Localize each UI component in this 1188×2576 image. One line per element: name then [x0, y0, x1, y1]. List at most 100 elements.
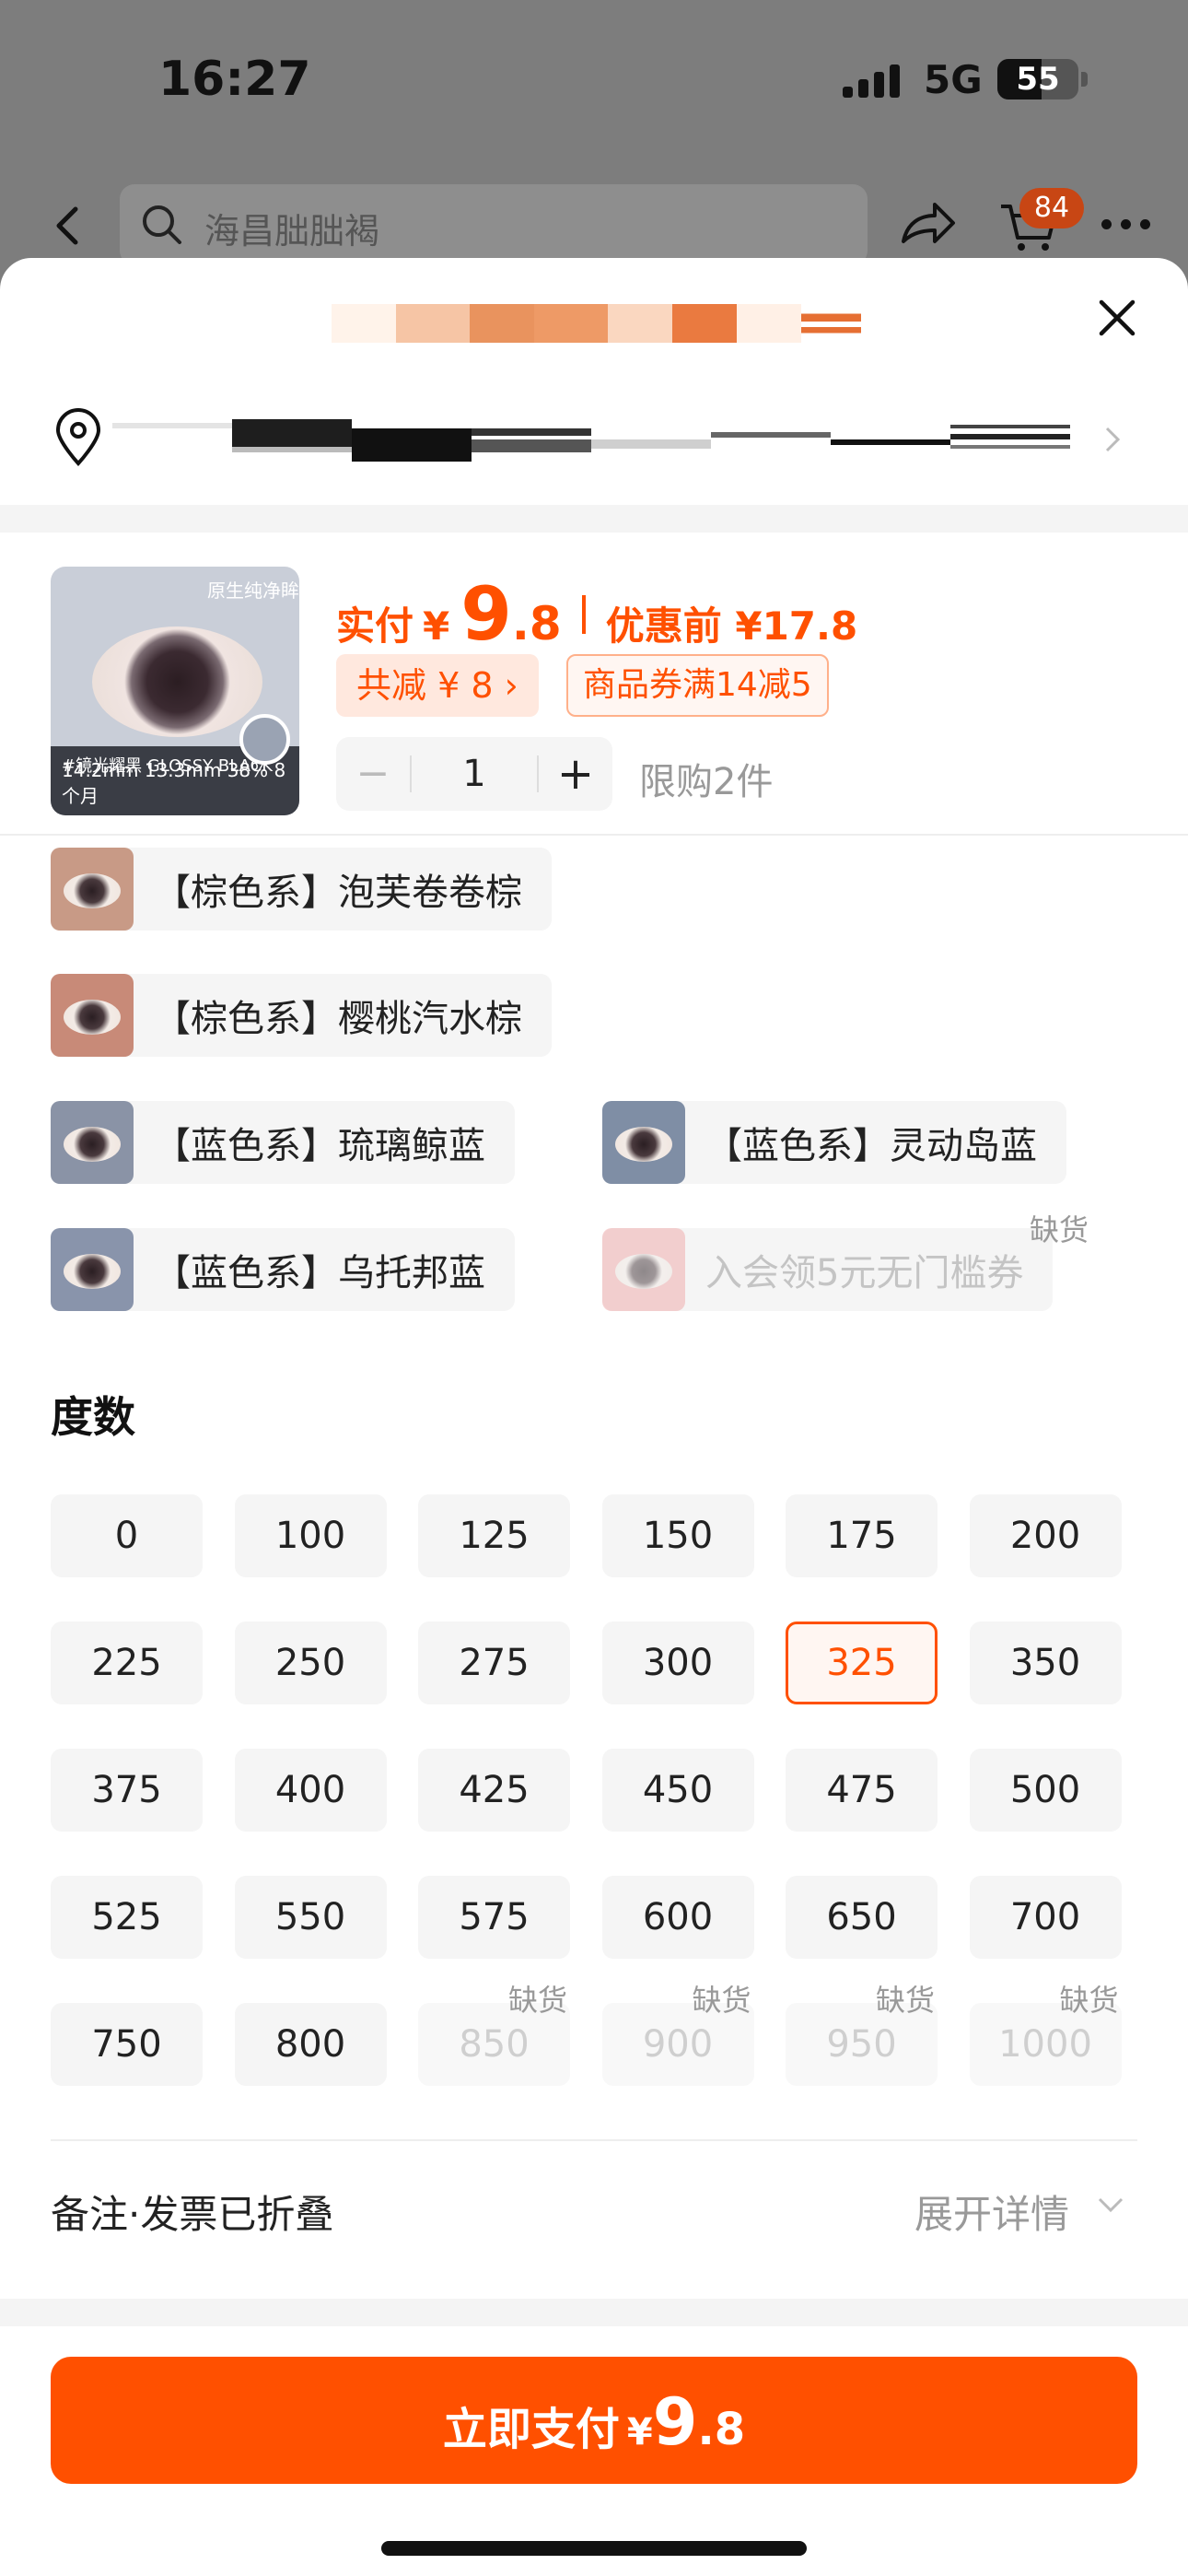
lens-icon: [239, 714, 290, 765]
divider: [0, 834, 1188, 836]
note-invoice-collapsed: 备注·发票已折叠: [51, 2192, 334, 2237]
search-placeholder: 海昌朏朏褐: [204, 211, 380, 252]
variant-chip[interactable]: 【蓝色系】灵动岛蓝: [602, 1101, 1066, 1184]
pay-currency: ¥: [626, 2411, 653, 2453]
divider: [51, 2139, 1137, 2141]
decrease-button[interactable]: −: [336, 737, 410, 811]
degree-option[interactable]: 200: [969, 1494, 1122, 1577]
variant-thumbnail: [602, 1228, 685, 1311]
quantity-value[interactable]: 1: [410, 737, 539, 811]
degree-option[interactable]: 250: [234, 1622, 387, 1704]
degree-option[interactable]: 525: [51, 1876, 203, 1959]
product-image[interactable]: 原生纯净眸 #镜光耀黑 GLOSSY BLACK 14.2mm 13.3mm 3…: [51, 567, 299, 815]
out-of-stock-tag: 缺货: [692, 1983, 751, 2018]
variant-chip[interactable]: 【蓝色系】琉璃鲸蓝: [51, 1101, 515, 1184]
degree-option[interactable]: 575: [418, 1876, 570, 1959]
price-label: 实付: [336, 603, 414, 649]
sku-selector-sheet: 原生纯净眸 #镜光耀黑 GLOSSY BLACK 14.2mm 13.3mm 3…: [0, 258, 1188, 2576]
variant-thumbnail: [51, 974, 134, 1057]
expand-details-link[interactable]: 展开详情: [914, 2184, 1069, 2240]
degree-option[interactable]: 600: [601, 1876, 754, 1959]
pre-discount-price: 优惠前 ¥17.8: [605, 603, 858, 649]
image-tag: 原生纯净眸: [207, 580, 299, 602]
battery-percent: 55: [1016, 61, 1060, 98]
price-decimal: .8: [511, 597, 562, 650]
degree-option[interactable]: 400: [234, 1749, 387, 1832]
section-gap: [0, 505, 1188, 533]
degree-option[interactable]: 475: [786, 1749, 938, 1832]
blurred-shop-title: [332, 304, 861, 343]
more-icon[interactable]: [1101, 219, 1150, 229]
degree-option[interactable]: 100: [234, 1494, 387, 1577]
degree-option[interactable]: 500: [969, 1749, 1122, 1832]
pay-label: 立即支付: [442, 2404, 620, 2455]
out-of-stock-tag: 缺货: [1030, 1212, 1089, 1247]
variant-chip[interactable]: 【棕色系】泡芙卷卷棕: [51, 848, 552, 931]
variant-thumbnail: [51, 848, 134, 931]
variant-thumbnail: [602, 1101, 685, 1184]
eye-photo: [92, 626, 262, 737]
degree-option[interactable]: 325: [786, 1622, 938, 1704]
section-gap: [0, 2299, 1188, 2326]
variant-chip[interactable]: 入会领5元无门槛券: [602, 1228, 1054, 1311]
pay-now-button[interactable]: 立即支付 ¥ 9 .8: [51, 2357, 1137, 2484]
signal-icon: [843, 64, 900, 98]
variant-label: 【棕色系】泡芙卷卷棕: [154, 872, 522, 914]
back-icon[interactable]: [46, 198, 92, 253]
close-icon[interactable]: [1094, 295, 1140, 341]
degree-option[interactable]: 0: [51, 1494, 203, 1577]
blurred-address[interactable]: [112, 419, 1070, 463]
status-bar: 16:27 5G 55: [0, 0, 1188, 161]
cart-count-badge: 84: [1019, 188, 1084, 228]
degree-option[interactable]: 800: [234, 2003, 387, 2086]
price-currency: ¥: [423, 603, 450, 649]
pay-integer: 9: [652, 2384, 698, 2460]
variant-label: 【蓝色系】乌托邦蓝: [154, 1252, 485, 1294]
out-of-stock-tag: 缺货: [1059, 1983, 1119, 2018]
degree-option[interactable]: 700: [969, 1876, 1122, 1959]
degree-option[interactable]: 150: [601, 1494, 754, 1577]
battery-tip: [1081, 72, 1088, 87]
degree-section-title: 度数: [51, 1392, 135, 1442]
degree-option[interactable]: 750: [51, 2003, 203, 2086]
home-indicator[interactable]: [381, 2541, 807, 2556]
variant-thumbnail: [51, 1228, 134, 1311]
degree-option[interactable]: 350: [969, 1622, 1122, 1704]
variant-chip[interactable]: 【蓝色系】乌托邦蓝: [51, 1228, 515, 1311]
variant-label: 【蓝色系】琉璃鲸蓝: [154, 1125, 485, 1167]
degree-option[interactable]: 375: [51, 1749, 203, 1832]
increase-button[interactable]: +: [539, 737, 612, 811]
variant-label: 【蓝色系】灵动岛蓝: [705, 1125, 1037, 1167]
coupon-badge[interactable]: 商品券满14减5: [566, 654, 829, 717]
variant-label: 入会领5元无门槛券: [705, 1252, 1024, 1294]
degree-option[interactable]: 425: [418, 1749, 570, 1832]
out-of-stock-tag: 缺货: [508, 1983, 568, 2018]
degree-option[interactable]: 275: [418, 1622, 570, 1704]
location-pin-icon: [52, 408, 104, 467]
price-line: 实付 ¥ 9 .8 优惠前 ¥17.8: [336, 571, 857, 657]
purchase-limit: 限购2件: [639, 761, 774, 803]
status-time: 16:27: [158, 52, 311, 107]
degree-option[interactable]: 550: [234, 1876, 387, 1959]
chevron-right-icon[interactable]: [1101, 421, 1124, 468]
quantity-stepper: − 1 +: [336, 737, 612, 811]
degree-option[interactable]: 225: [51, 1622, 203, 1704]
variant-label: 【棕色系】樱桃汽水棕: [154, 998, 522, 1040]
battery-icon: 55: [997, 59, 1078, 100]
search-icon: [138, 201, 186, 249]
price-separator: [581, 594, 586, 634]
degree-option[interactable]: 650: [786, 1876, 938, 1959]
variant-thumbnail: [51, 1101, 134, 1184]
image-specs: 14.2mm 13.3mm 38% 8个月: [62, 759, 286, 807]
degree-option[interactable]: 125: [418, 1494, 570, 1577]
degree-option[interactable]: 300: [601, 1622, 754, 1704]
degree-option[interactable]: 175: [786, 1494, 938, 1577]
degree-option[interactable]: 450: [601, 1749, 754, 1832]
chevron-down-icon[interactable]: [1094, 2188, 1127, 2221]
total-discount-badge[interactable]: 共减 ¥ 8 ›: [336, 654, 539, 717]
variant-chip[interactable]: 【棕色系】樱桃汽水棕: [51, 974, 552, 1057]
pay-decimal: .8: [697, 2404, 746, 2455]
share-icon[interactable]: [898, 195, 959, 251]
network-type: 5G: [924, 57, 983, 102]
price-integer: 9: [460, 571, 512, 657]
